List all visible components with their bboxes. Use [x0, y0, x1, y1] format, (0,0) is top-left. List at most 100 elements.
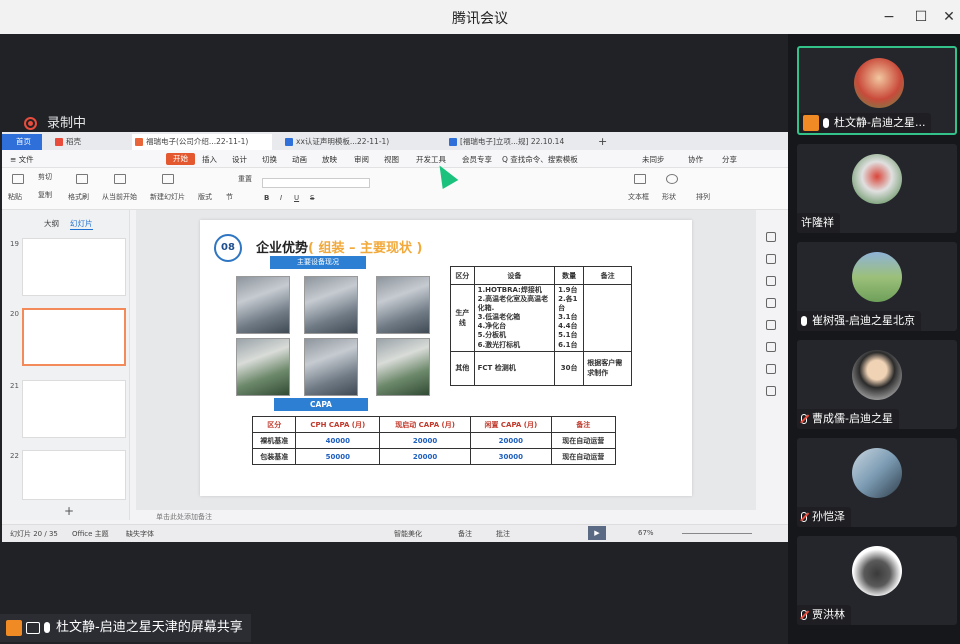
- comments-button[interactable]: 批注: [496, 529, 510, 539]
- table-row: 包装基准 50000 20000 30000 现在自动运营: [251, 448, 617, 465]
- tool-icon[interactable]: [766, 232, 776, 242]
- close-button[interactable]: ✕: [936, 6, 960, 28]
- format-painter-icon[interactable]: [76, 174, 88, 184]
- participant-tile[interactable]: 杜文静-启迪之星...: [797, 46, 957, 135]
- shape-icon[interactable]: [666, 174, 678, 184]
- slide-counter: 幻灯片 20 / 35: [10, 530, 58, 538]
- recording-label: 录制中: [47, 116, 87, 131]
- mic-muted-icon: [801, 610, 807, 620]
- tab-home[interactable]: 首页: [2, 134, 42, 150]
- menu-file[interactable]: ≡ 文件: [10, 154, 34, 165]
- right-toolbar: [766, 232, 780, 408]
- menu-view[interactable]: 视图: [384, 154, 399, 165]
- underline-button[interactable]: U: [294, 194, 299, 202]
- table-cell: 现在自动运营: [550, 432, 617, 449]
- tool-icon[interactable]: [766, 386, 776, 396]
- subtitle-text: ( 组装 – 主要现状 ): [308, 241, 423, 256]
- tab-company-intro[interactable]: 福瑞电子(公司介绍...22-11-1): [132, 134, 272, 150]
- new-slide-icon[interactable]: [162, 174, 174, 184]
- tab-cert[interactable]: xx认证声明模板...22-11-1): [282, 134, 422, 150]
- tool-icon[interactable]: [766, 342, 776, 352]
- list-item: 2.高温老化室及高温老化箱.: [477, 295, 549, 313]
- recording-indicator[interactable]: 录制中: [24, 112, 86, 131]
- table-row: 裸机基准 40000 20000 20000 现在自动运营: [251, 432, 617, 449]
- tool-icon[interactable]: [766, 276, 776, 286]
- zoom-slider[interactable]: [682, 533, 752, 534]
- menu-slideshow[interactable]: 放映: [322, 154, 337, 165]
- notes-placeholder: 单击此处添加备注: [156, 513, 212, 521]
- new-slide-label[interactable]: 新建幻灯片: [150, 192, 185, 202]
- new-tab-button[interactable]: +: [596, 134, 612, 150]
- tab-outline[interactable]: 大纲: [44, 218, 59, 229]
- slide-thumbnail[interactable]: [22, 238, 126, 296]
- font-select[interactable]: [262, 178, 370, 188]
- paste-label[interactable]: 粘贴: [8, 192, 22, 202]
- command-search[interactable]: Q 查找命令、搜索模板: [502, 154, 578, 165]
- equipment-photo: [236, 276, 290, 334]
- slide-thumbnail[interactable]: [22, 450, 126, 500]
- tool-icon[interactable]: [766, 298, 776, 308]
- tool-icon[interactable]: [766, 254, 776, 264]
- arrange-label[interactable]: 排列: [696, 192, 710, 202]
- bold-button[interactable]: B: [264, 194, 269, 202]
- participant-tile[interactable]: 许隆祥: [797, 144, 957, 233]
- italic-button[interactable]: I: [280, 194, 282, 202]
- menu-review[interactable]: 审阅: [354, 154, 369, 165]
- menu-start[interactable]: 开始: [166, 153, 195, 165]
- layout-label[interactable]: 版式: [198, 192, 212, 202]
- tab-docer[interactable]: 稻壳: [52, 134, 112, 150]
- maximize-button[interactable]: ☐: [908, 6, 934, 28]
- tool-icon[interactable]: [766, 364, 776, 374]
- tab-slides[interactable]: 幻灯片: [70, 218, 93, 230]
- name-text: 杜文静-启迪之星...: [834, 116, 926, 129]
- menu-insert[interactable]: 插入: [202, 154, 217, 165]
- menu-transition[interactable]: 切换: [262, 154, 277, 165]
- shared-screen-area: 录制中 首页 稻壳 福瑞电子(公司介绍...22-11-1) xx认证声明模板.…: [0, 34, 788, 644]
- participant-tile[interactable]: 曹成儒-启迪之星: [797, 340, 957, 429]
- mic-muted-icon: [801, 414, 807, 424]
- notes-bar[interactable]: 单击此处添加备注: [136, 510, 756, 524]
- menu-design[interactable]: 设计: [232, 154, 247, 165]
- minimize-button[interactable]: −: [876, 6, 902, 28]
- from-current-label[interactable]: 从当前开始: [102, 192, 137, 202]
- menu-animation[interactable]: 动画: [292, 154, 307, 165]
- missing-font[interactable]: 缺失字体: [126, 529, 154, 539]
- share-button[interactable]: 分享: [722, 154, 737, 165]
- tool-icon[interactable]: [766, 320, 776, 330]
- share-label-text: 杜文静-启迪之星天津的屏幕共享: [56, 620, 243, 635]
- participant-name: 贾洪林: [797, 605, 851, 625]
- tab-project[interactable]: [福瑞电子]立项...规] 22.10.14: [446, 134, 594, 150]
- menu-member[interactable]: 会员专享: [462, 154, 492, 165]
- participant-tile[interactable]: 崔树强-启迪之星北京: [797, 242, 957, 331]
- collab-button[interactable]: 协作: [688, 154, 703, 165]
- slide-thumbnail-selected[interactable]: [22, 308, 126, 366]
- textbox-icon[interactable]: [634, 174, 646, 184]
- copy-label[interactable]: 复制: [38, 190, 52, 200]
- textbox-label[interactable]: 文本框: [628, 192, 649, 202]
- add-slide-button[interactable]: +: [64, 504, 74, 518]
- participant-tile[interactable]: 孙恺泽: [797, 438, 957, 527]
- beautify-button[interactable]: 智能美化: [394, 529, 422, 539]
- play-button[interactable]: ▶: [588, 526, 606, 540]
- section-label[interactable]: 节: [226, 192, 233, 202]
- table-cell: FCT 检测机: [473, 350, 556, 386]
- reset-label[interactable]: 重置: [238, 174, 252, 184]
- thumb-number: 21: [10, 382, 19, 390]
- format-painter-label[interactable]: 格式刷: [68, 192, 89, 202]
- zoom-level[interactable]: 67%: [638, 529, 654, 537]
- strike-button[interactable]: S: [310, 194, 314, 202]
- name-text: 贾洪林: [812, 608, 845, 621]
- cut-label[interactable]: 剪切: [38, 172, 52, 182]
- shape-label[interactable]: 形状: [662, 192, 676, 202]
- from-current-icon[interactable]: [114, 174, 126, 184]
- tab-label: xx认证声明模板...22-11-1): [296, 137, 390, 146]
- thumb-number: 19: [10, 240, 19, 248]
- participant-tile[interactable]: 贾洪林: [797, 536, 957, 625]
- slide-thumbnail[interactable]: [22, 380, 126, 438]
- slide[interactable]: 08 企业优势( 组装 – 主要现状 ) 主要设备现况 CAPA 区分 设备 数…: [200, 220, 692, 496]
- table-header: 设备: [473, 266, 556, 285]
- table-cell: 裸机基准: [251, 432, 297, 449]
- notes-button[interactable]: 备注: [458, 529, 472, 539]
- paste-icon[interactable]: [12, 174, 24, 184]
- sync-status[interactable]: 未同步: [642, 154, 665, 165]
